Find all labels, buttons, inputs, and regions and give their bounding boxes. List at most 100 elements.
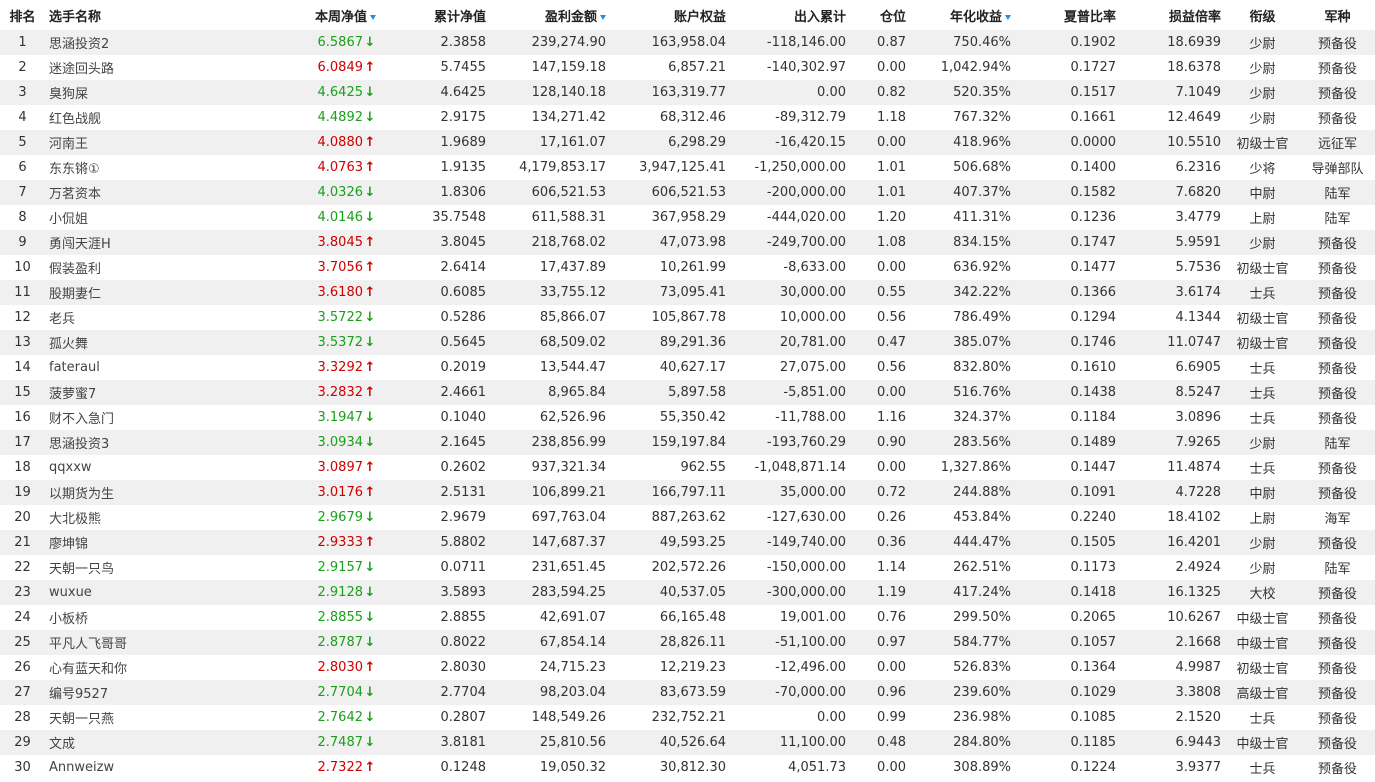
equity-cell: 6,298.29	[668, 135, 726, 150]
player-name-link[interactable]: 小板桥	[45, 605, 220, 630]
table-row[interactable]: 28 天朝一只燕 2.7642 ↓ 0.2807 148,549.26 232,752.21…	[0, 705, 1375, 730]
player-name-link[interactable]: 以期货为生	[45, 480, 220, 505]
player-name-link[interactable]: 河南王	[45, 130, 220, 155]
header-rank-title[interactable]: 衔级	[1225, 0, 1300, 30]
table-row[interactable]: 16 财不入急门 3.1947 ↓ 0.1040 62,526.96 55,350.42 -1…	[0, 405, 1375, 430]
header-profit[interactable]: 盈利金额	[490, 0, 610, 30]
header-branch[interactable]: 军种	[1300, 0, 1375, 30]
player-name-link[interactable]: 思涵投资2	[45, 30, 220, 55]
player-name-link[interactable]: 臭狗屎	[45, 80, 220, 105]
weekly-nav-value: 3.6180	[317, 285, 364, 300]
weekly-nav-value: 4.0326	[317, 185, 364, 200]
arrow-up-icon: ↑	[364, 285, 376, 300]
pl-ratio-cell: 3.3808	[1175, 685, 1222, 700]
player-name-link[interactable]: 大北极熊	[45, 505, 220, 530]
position-cell: 0.48	[877, 735, 906, 750]
player-name-link[interactable]: fateraul	[45, 355, 220, 380]
table-row[interactable]: 20 大北极熊 2.9679 ↓ 2.9679 697,763.04 887,263.62-…	[0, 505, 1375, 530]
header-equity[interactable]: 账户权益	[610, 0, 730, 30]
table-row[interactable]: 15 菠萝蜜7 3.2832 ↑ 2.4661 8,965.84 5,897.58 -5,85…	[0, 380, 1375, 405]
sharpe-cell: 0.1747	[1070, 235, 1117, 250]
player-name-link[interactable]: 孤火舞	[45, 330, 220, 355]
header-annual[interactable]: 年化收益	[910, 0, 1015, 30]
table-row[interactable]: 22 天朝一只鸟 2.9157 ↓ 0.0711 231,651.45 202,572.26…	[0, 555, 1375, 580]
player-name-link[interactable]: 勇闯天涯H	[45, 230, 220, 255]
table-row[interactable]: 7 万茗资本 4.0326 ↓ 1.8306 606,521.53 606,521.53 -2…	[0, 180, 1375, 205]
player-name-link[interactable]: 天朝一只燕	[45, 705, 220, 730]
header-cum-nav[interactable]: 累计净值	[380, 0, 490, 30]
table-row[interactable]: 21 廖坤锦 2.9333 ↑ 5.8802 147,687.37 49,593.25 -14…	[0, 530, 1375, 555]
header-inout[interactable]: 出入累计	[730, 0, 850, 30]
table-row[interactable]: 13 孤火舞 3.5372 ↓ 0.5645 68,509.02 89,291.36 20,7…	[0, 330, 1375, 355]
sort-down-icon[interactable]	[1005, 14, 1011, 20]
table-row[interactable]: 1 思涵投资2 6.5867 ↓ 2.3858 239,274.90 163,958.04-…	[0, 30, 1375, 55]
arrow-up-icon: ↑	[364, 535, 376, 550]
profit-cell: 231,651.45	[531, 560, 606, 575]
player-name-link[interactable]: 平凡人飞哥哥	[45, 630, 220, 655]
annual-cell: 1,327.86%	[940, 460, 1011, 475]
table-row[interactable]: 23 wuxue 2.9128 ↓ 3.5893 283,594.25 40,537.05-…	[0, 580, 1375, 605]
inout-cell: -118,146.00	[766, 35, 846, 50]
sort-down-icon[interactable]	[600, 14, 606, 20]
table-row[interactable]: 6 东东锵① 4.0763 ↑ 1.9135 4,179,853.17 3,947,125.…	[0, 155, 1375, 180]
player-name-link[interactable]: 文成	[45, 730, 220, 755]
table-row[interactable]: 25 平凡人飞哥哥 2.8787 ↓ 0.8022 67,854.14 28,826.11-…	[0, 630, 1375, 655]
table-row[interactable]: 12 老兵 3.5722 ↓ 0.5286 85,866.07 105,867.78 10,0…	[0, 305, 1375, 330]
table-row[interactable]: 18 qqxxw 3.0897 ↑ 0.2602 937,321.34 962.55 -1,0…	[0, 455, 1375, 480]
table-row[interactable]: 26 心有蓝天和你 2.8030 ↑ 2.8030 24,715.23 12,219.23-…	[0, 655, 1375, 680]
table-row[interactable]: 17 思涵投资3 3.0934 ↓ 2.1645 238,856.99 159,197.84…	[0, 430, 1375, 455]
table-row[interactable]: 27 编号9527 2.7704 ↓ 2.7704 98,203.04 83,673.59-…	[0, 680, 1375, 705]
header-name[interactable]: 选手名称	[45, 0, 220, 30]
player-name-link[interactable]: 股期妻仁	[45, 280, 220, 305]
table-row[interactable]: 10 假装盈利 3.7056 ↑ 2.6414 17,437.89 10,261.99 -8,…	[0, 255, 1375, 280]
player-name-link[interactable]: 心有蓝天和你	[45, 655, 220, 680]
position-cell: 0.76	[877, 610, 906, 625]
equity-cell: 887,263.62	[651, 510, 726, 525]
profit-cell: 25,810.56	[539, 735, 606, 750]
player-name-link[interactable]: 财不入急门	[45, 405, 220, 430]
player-name-link[interactable]: 假装盈利	[45, 255, 220, 280]
weekly-nav-cell: 2.7322 ↑	[220, 755, 380, 780]
table-row[interactable]: 11 股期妻仁 3.6180 ↑ 0.6085 33,755.12 73,095.41 30,…	[0, 280, 1375, 305]
player-name-link[interactable]: 菠萝蜜7	[45, 380, 220, 405]
weekly-nav-cell: 4.0146 ↓	[220, 205, 380, 230]
header-position[interactable]: 仓位	[850, 0, 910, 30]
header-sharpe[interactable]: 夏普比率	[1015, 0, 1120, 30]
table-row[interactable]: 3 臭狗屎 4.6425 ↓ 4.6425 128,140.18 163,319.77 0.0…	[0, 80, 1375, 105]
table-row[interactable]: 24 小板桥 2.8855 ↓ 2.8855 42,691.07 66,165.48 19,0…	[0, 605, 1375, 630]
player-name-link[interactable]: 红色战舰	[45, 105, 220, 130]
table-row[interactable]: 14 fateraul 3.3292 ↑ 0.2019 13,544.47 40,627.1…	[0, 355, 1375, 380]
arrow-down-icon: ↓	[364, 435, 376, 450]
player-name-link[interactable]: 编号9527	[45, 680, 220, 705]
player-name-link[interactable]: 天朝一只鸟	[45, 555, 220, 580]
rank-cell: 12	[14, 310, 31, 325]
table-row[interactable]: 2 迷途回头路 6.0849 ↑ 5.7455 147,159.18 6,857.21 -14…	[0, 55, 1375, 80]
player-name-link[interactable]: 迷途回头路	[45, 55, 220, 80]
table-row[interactable]: 8 小侃姐 4.0146 ↓ 35.7548 611,588.31 367,958.29 -4…	[0, 205, 1375, 230]
player-name-link[interactable]: 廖坤锦	[45, 530, 220, 555]
branch-cell: 预备役	[1317, 487, 1357, 502]
table-row[interactable]: 30 Annweizw 2.7322 ↑ 0.1248 19,050.32 30,812.3…	[0, 755, 1375, 780]
header-weekly-nav[interactable]: 本周净值	[220, 0, 380, 30]
player-name-link[interactable]: qqxxw	[45, 455, 220, 480]
table-row[interactable]: 19 以期货为生 3.0176 ↑ 2.5131 106,899.21 166,797.11…	[0, 480, 1375, 505]
player-name-link[interactable]: Annweizw	[45, 755, 220, 780]
equity-cell: 5,897.58	[668, 385, 726, 400]
table-row[interactable]: 5 河南王 4.0880 ↑ 1.9689 17,161.07 6,298.29 -16,42…	[0, 130, 1375, 155]
player-name-link[interactable]: 思涵投资3	[45, 430, 220, 455]
header-pl-ratio[interactable]: 损益倍率	[1120, 0, 1225, 30]
sort-down-icon[interactable]	[370, 14, 376, 20]
player-name-link[interactable]: wuxue	[45, 580, 220, 605]
player-name-link[interactable]: 东东锵①	[45, 155, 220, 180]
player-name-link[interactable]: 万茗资本	[45, 180, 220, 205]
rank-cell: 9	[18, 235, 27, 250]
player-name-link[interactable]: 小侃姐	[45, 205, 220, 230]
table-row[interactable]: 29 文成 2.7487 ↓ 3.8181 25,810.56 40,526.64 11,10…	[0, 730, 1375, 755]
header-rank[interactable]: 排名	[0, 0, 45, 30]
weekly-nav-value: 2.8787	[317, 635, 364, 650]
position-cell: 0.00	[877, 60, 906, 75]
player-name-link[interactable]: 老兵	[45, 305, 220, 330]
table-row[interactable]: 9 勇闯天涯H 3.8045 ↑ 3.8045 218,768.02 47,073.98 -2…	[0, 230, 1375, 255]
table-row[interactable]: 4 红色战舰 4.4892 ↓ 2.9175 134,271.42 68,312.46 -89…	[0, 105, 1375, 130]
sharpe-cell: 0.1661	[1070, 110, 1117, 125]
